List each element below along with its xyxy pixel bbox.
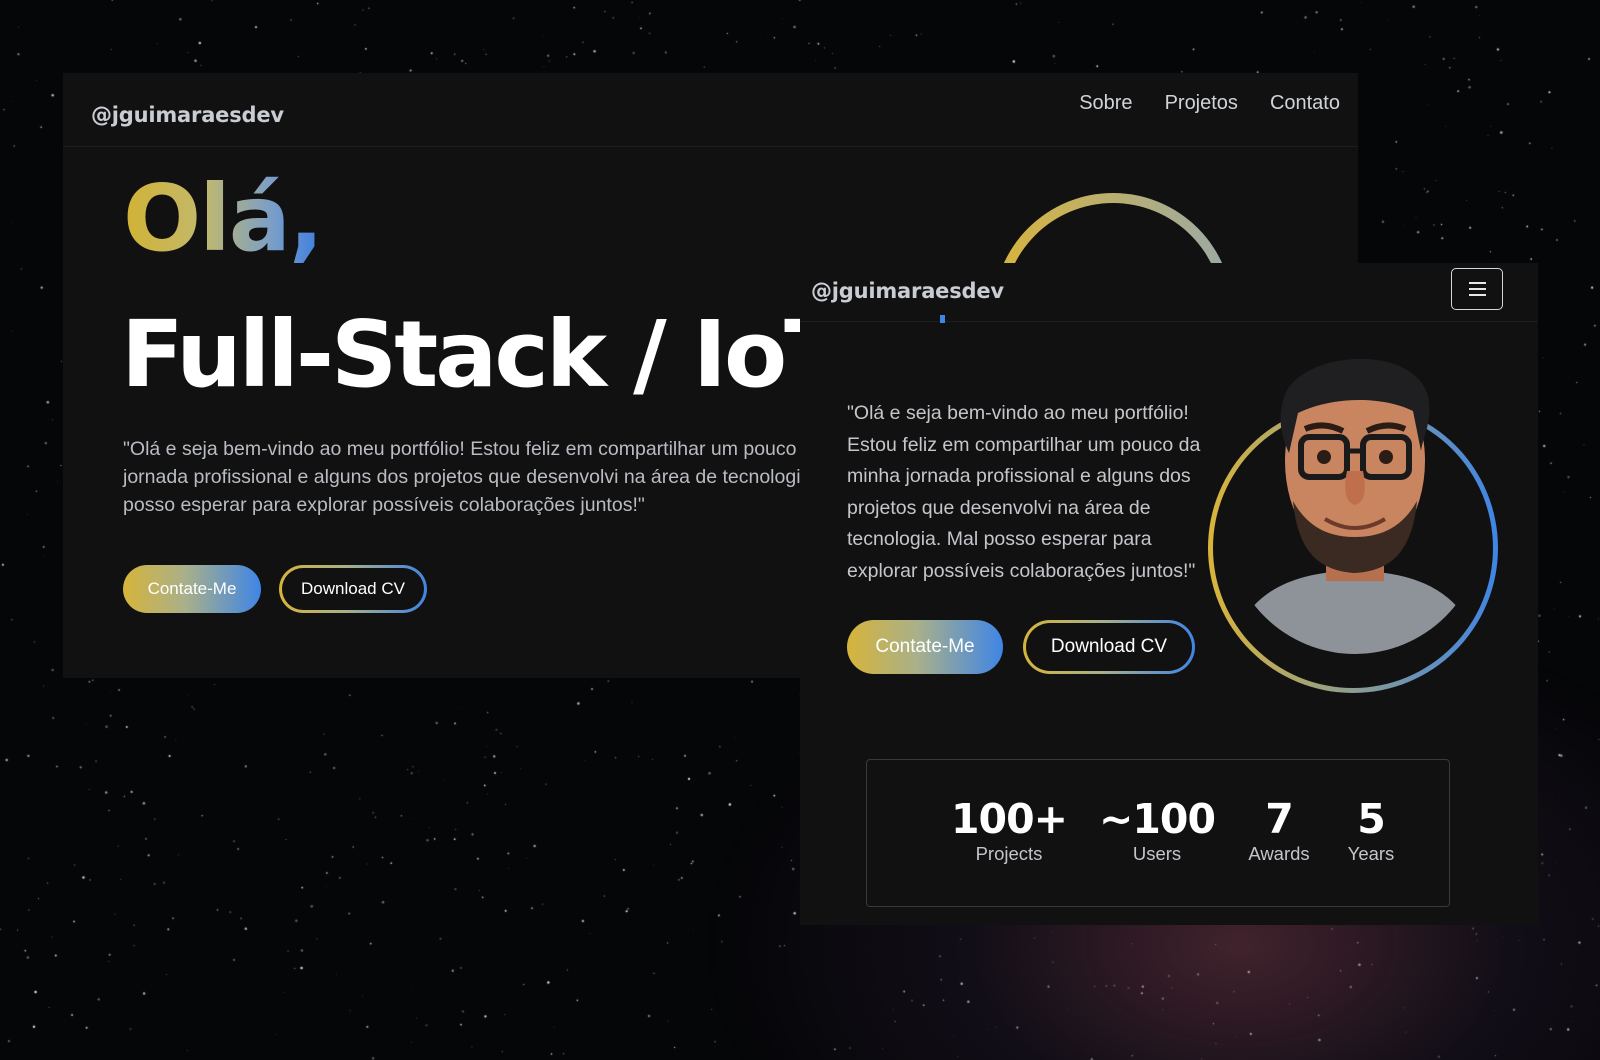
intro-text: "Olá e seja bem-vindo ao meu portfólio! … bbox=[123, 438, 883, 516]
stat-value: 5 bbox=[1357, 795, 1386, 843]
stat-label: Years bbox=[1347, 843, 1395, 864]
nav-link-projetos[interactable]: Projetos bbox=[1165, 92, 1238, 115]
contact-button[interactable]: Contate-Me bbox=[847, 620, 1003, 674]
stat-projects: 100+ Projects bbox=[943, 796, 1075, 866]
hamburger-menu-icon[interactable] bbox=[1451, 268, 1503, 310]
heading-fragment bbox=[940, 315, 945, 323]
intro-text: "Olá e seja bem-vindo ao meu portfólio! … bbox=[847, 402, 1201, 582]
developer-avatar bbox=[1231, 358, 1479, 654]
stat-value: 7 bbox=[1265, 795, 1294, 843]
stats-panel: 100+ Projects ~100 Users 7 Awards 5 Year… bbox=[866, 759, 1450, 907]
mobile-navbar: @jguimaraesdev bbox=[800, 263, 1538, 322]
stat-label: Awards bbox=[1248, 843, 1310, 864]
stat-value: 100+ bbox=[951, 795, 1068, 843]
download-cv-button[interactable]: Download CV bbox=[279, 565, 427, 613]
brand-logo[interactable]: @jguimaraesdev bbox=[91, 103, 284, 127]
stat-value: ~100 bbox=[1099, 795, 1216, 843]
stat-awards: 7 Awards bbox=[1237, 796, 1321, 866]
desktop-navbar: @jguimaraesdev Sobre Projetos Contato bbox=[63, 73, 1358, 147]
role-heading: Full-Stack / IoT bbox=[121, 301, 847, 408]
stat-users: ~100 Users bbox=[1091, 796, 1223, 866]
stat-years: 5 Years bbox=[1331, 796, 1411, 866]
nav-links: Sobre Projetos Contato bbox=[1079, 92, 1340, 115]
stat-label: Users bbox=[1132, 843, 1182, 864]
download-cv-button[interactable]: Download CV bbox=[1023, 620, 1195, 674]
greeting-heading: Olá, bbox=[123, 165, 324, 272]
brand-logo[interactable]: @jguimaraesdev bbox=[811, 279, 1004, 303]
nav-link-contato[interactable]: Contato bbox=[1270, 92, 1340, 115]
stat-label: Projects bbox=[975, 843, 1043, 864]
nav-link-sobre[interactable]: Sobre bbox=[1079, 92, 1132, 115]
mobile-preview: @jguimaraesdev "Olá e seja bem-vindo ao … bbox=[800, 263, 1538, 925]
contact-button[interactable]: Contate-Me bbox=[123, 565, 261, 613]
